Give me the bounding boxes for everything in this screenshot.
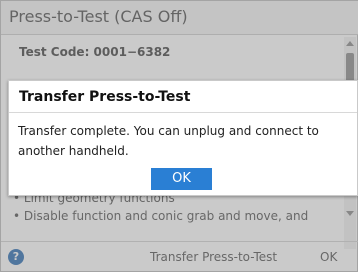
divider (9, 112, 357, 113)
modal-ok-button[interactable]: OK (151, 168, 212, 190)
modal-title: Transfer Press-to-Test (19, 89, 191, 105)
modal-message: Transfer complete. You can unplug and co… (18, 124, 319, 158)
transfer-complete-dialog: Transfer Press-to-Test Transfer complete… (8, 80, 358, 196)
